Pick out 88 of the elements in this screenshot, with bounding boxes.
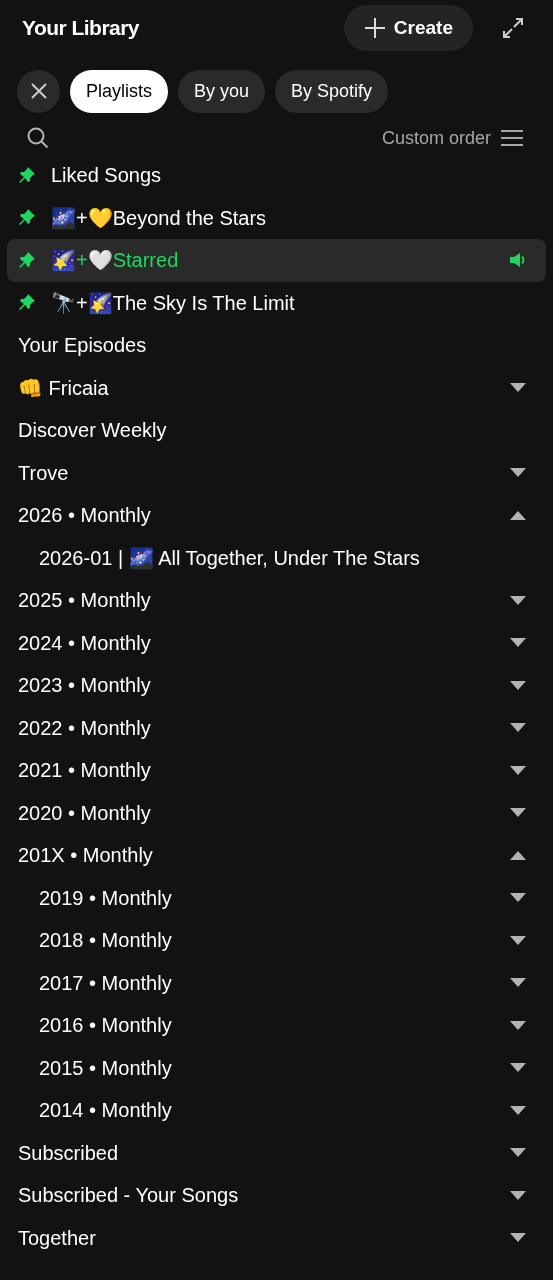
- playlist-title: 201X • Monthly: [18, 843, 153, 869]
- library-row[interactable]: 2025 • Monthly: [7, 579, 546, 622]
- caret-down-icon[interactable]: [510, 765, 526, 775]
- library-row[interactable]: Subscribed: [7, 1131, 546, 1174]
- library-row[interactable]: 2019 • Monthly: [7, 876, 546, 919]
- caret-down-icon[interactable]: [510, 723, 526, 733]
- pin-icon: [18, 209, 35, 227]
- sort-button[interactable]: Custom order: [381, 124, 523, 152]
- playlist-title: Together: [18, 1225, 96, 1251]
- playlist-title: 🌌+💛Beyond the Stars: [51, 205, 267, 232]
- playlist-title: 2016 • Monthly: [39, 1013, 172, 1039]
- search-icon[interactable]: [27, 127, 49, 149]
- playlist-title: Subscribed - Your Songs: [18, 1183, 239, 1209]
- caret-down-icon[interactable]: [510, 1190, 526, 1200]
- caret-down-icon[interactable]: [510, 680, 526, 690]
- library-row[interactable]: 2018 • Monthly: [7, 919, 546, 962]
- caret-down-icon[interactable]: [510, 1020, 526, 1030]
- playlist-title: Discover Weekly: [18, 418, 167, 444]
- playlist-title: 2019 • Monthly: [39, 885, 172, 911]
- library-title: Your Library: [22, 15, 139, 42]
- library-row[interactable]: 2023 • Monthly: [7, 664, 546, 707]
- filter-chip[interactable]: By Spotify: [275, 69, 389, 113]
- library-row[interactable]: Your Episodes: [7, 324, 546, 367]
- playlist-title: 2026-01 | 🌌 All Together, Under The Stars: [39, 545, 420, 572]
- library-row[interactable]: 2022 • Monthly: [7, 706, 546, 749]
- playlist-title: 🔭+🌠The Sky Is The Limit: [51, 290, 295, 316]
- library-row[interactable]: 2014 • Monthly: [7, 1089, 546, 1132]
- pin-icon: [18, 166, 35, 184]
- playlist-title: 👊 Fricaia: [18, 375, 109, 401]
- playlist-title: 2022 • Monthly: [18, 715, 151, 741]
- playlist-title: 🌠+🤍Starred: [51, 248, 179, 274]
- pin-icon: [18, 251, 35, 269]
- playlist-title: 2015 • Monthly: [39, 1055, 172, 1081]
- clear-filter-button[interactable]: [17, 69, 60, 113]
- library-row[interactable]: 🌌+💛Beyond the Stars: [7, 196, 546, 239]
- playlist-title: 2023 • Monthly: [18, 673, 151, 699]
- caret-down-icon[interactable]: [510, 638, 526, 648]
- library-row[interactable]: 🌠+🤍Starred: [7, 239, 546, 282]
- playlist-title: 2017 • Monthly: [39, 970, 172, 996]
- caret-down-icon[interactable]: [510, 935, 526, 945]
- library-row[interactable]: 2016 • Monthly: [7, 1004, 546, 1047]
- filter-chip[interactable]: Playlists: [70, 69, 168, 113]
- playlist-title: 2024 • Monthly: [18, 630, 151, 656]
- expand-icon[interactable]: [503, 18, 523, 38]
- create-button[interactable]: Create: [343, 5, 473, 51]
- caret-up-icon[interactable]: [510, 850, 526, 860]
- caret-down-icon[interactable]: [510, 1233, 526, 1243]
- library-row[interactable]: 2017 • Monthly: [7, 961, 546, 1004]
- library-row[interactable]: 👊 Fricaia: [7, 366, 546, 409]
- caret-up-icon[interactable]: [510, 510, 526, 520]
- playlist-title: 2020 • Monthly: [18, 800, 151, 826]
- list-icon: [501, 130, 523, 146]
- caret-down-icon[interactable]: [510, 383, 526, 393]
- playlist-title: 2018 • Monthly: [39, 928, 172, 954]
- playlist-title: 2021 • Monthly: [18, 758, 151, 784]
- caret-down-icon[interactable]: [510, 595, 526, 605]
- close-icon: [30, 83, 47, 99]
- library-row[interactable]: 201X • Monthly: [7, 834, 546, 877]
- playlist-title: 2014 • Monthly: [39, 1098, 172, 1124]
- playlist-title: Trove: [18, 460, 69, 486]
- playlist-title: Subscribed: [18, 1140, 119, 1166]
- library-row[interactable]: 2026 • Monthly: [7, 494, 546, 537]
- playlist-title: 2026 • Monthly: [18, 503, 151, 529]
- library-row[interactable]: Subscribed - Your Songs: [7, 1174, 546, 1217]
- caret-down-icon[interactable]: [510, 1063, 526, 1073]
- library-row[interactable]: 2021 • Monthly: [7, 749, 546, 792]
- caret-down-icon[interactable]: [510, 468, 526, 478]
- library-row[interactable]: Together: [7, 1216, 546, 1259]
- library-row[interactable]: 2024 • Monthly: [7, 621, 546, 664]
- caret-down-icon[interactable]: [510, 1105, 526, 1115]
- caret-down-icon[interactable]: [510, 1148, 526, 1158]
- playlist-title: 2025 • Monthly: [18, 588, 151, 614]
- speaker-icon: [510, 253, 526, 268]
- filter-chip[interactable]: By you: [178, 69, 266, 113]
- pin-icon: [18, 294, 35, 312]
- library-row[interactable]: Discover Weekly: [7, 409, 546, 452]
- library-row[interactable]: 🔭+🌠The Sky Is The Limit: [7, 281, 546, 324]
- plus-icon: [363, 17, 386, 39]
- library-row[interactable]: 2020 • Monthly: [7, 791, 546, 834]
- library-row[interactable]: 2015 • Monthly: [7, 1046, 546, 1089]
- playlist-title: Your Episodes: [18, 333, 147, 359]
- caret-down-icon[interactable]: [510, 893, 526, 903]
- caret-down-icon[interactable]: [510, 808, 526, 818]
- caret-down-icon[interactable]: [510, 978, 526, 988]
- library-row[interactable]: Trove: [7, 451, 546, 494]
- library-row[interactable]: 2026-01 | 🌌 All Together, Under The Stars: [7, 536, 546, 579]
- library-row[interactable]: Liked Songs: [7, 154, 546, 197]
- playlist-title: Liked Songs: [51, 163, 162, 189]
